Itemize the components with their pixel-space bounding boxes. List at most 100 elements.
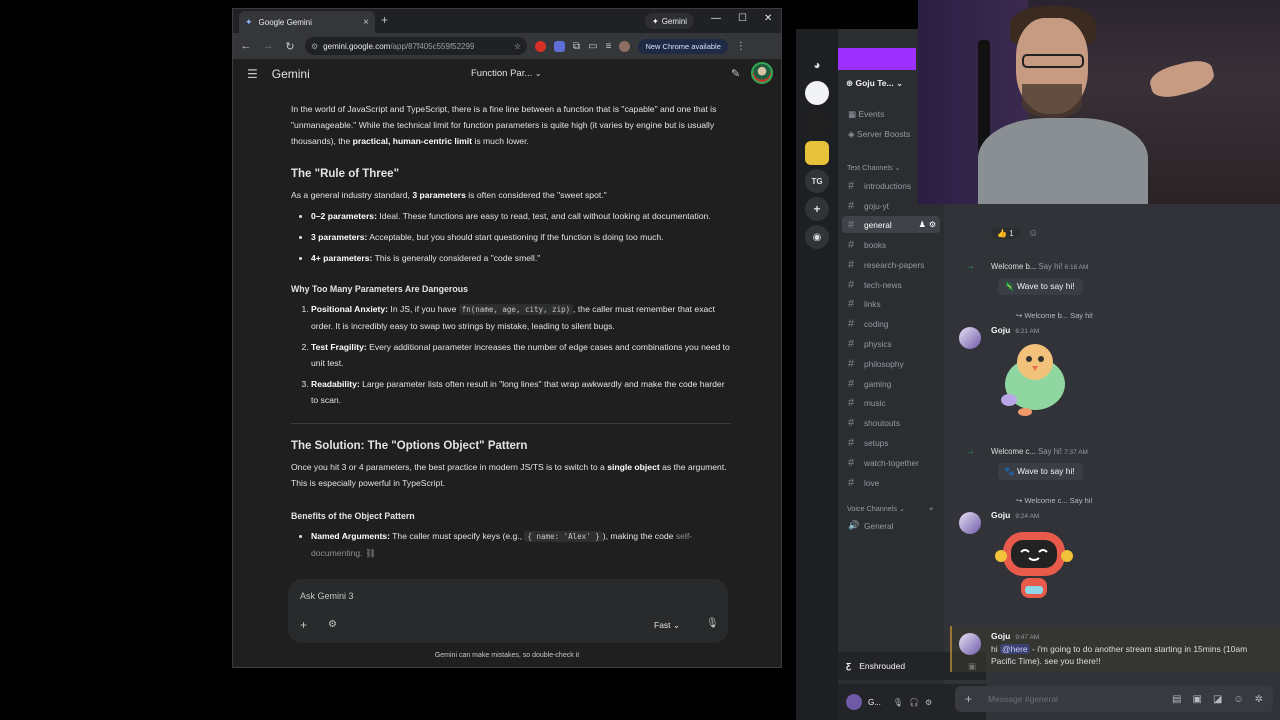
tools-icon[interactable]: ⚙ <box>328 619 337 630</box>
close-window-button[interactable]: ✕ <box>764 13 772 24</box>
message-author[interactable]: Goju 9:24 AM <box>991 510 1039 520</box>
solution-heading: The Solution: The "Options Object" Patte… <box>291 440 528 452</box>
forward-button[interactable]: → <box>261 40 275 52</box>
reply-reference[interactable]: ↪ Welcome c... Say hi! <box>1016 496 1093 505</box>
browser-menu-icon[interactable]: ⋮ <box>736 41 746 52</box>
reload-button[interactable]: ↻ <box>283 40 297 53</box>
events-link[interactable]: ▦ Events <box>848 109 884 120</box>
gemini-favicon-icon: ✦ <box>245 16 253 27</box>
voice-channels-category[interactable]: Voice Channels ⌄ + <box>847 504 933 513</box>
channel-links[interactable]: # links <box>842 295 940 312</box>
channel-philosophy[interactable]: # philosophy <box>842 355 940 372</box>
settings-gear-icon[interactable]: ⚙ <box>929 220 936 229</box>
username: G... <box>868 697 881 707</box>
server-goju-icon[interactable] <box>805 111 829 135</box>
server-boosts-label: Server Boosts <box>856 129 911 139</box>
menu-icon[interactable]: ☰ <box>247 67 258 81</box>
site-info-icon[interactable]: ⚙ <box>311 42 318 51</box>
server-boosts-link[interactable]: ◈ Server Boosts <box>848 129 910 140</box>
server-tg-icon[interactable]: TG <box>805 169 829 193</box>
tab-gemini[interactable]: ✦ Google Gemini × <box>239 11 375 33</box>
discord-home-icon[interactable]: ◕ <box>805 53 829 77</box>
apps-icon[interactable]: ✲ <box>1255 694 1263 705</box>
here-mention[interactable]: @here <box>999 644 1030 654</box>
channel-watch-together[interactable]: # watch-together <box>842 454 940 471</box>
gift-icon[interactable]: ▤ <box>1172 694 1181 705</box>
mode-selector[interactable]: Fast ⌄ <box>654 620 680 631</box>
avatar[interactable] <box>959 512 981 534</box>
address-bar[interactable]: ⚙ gemini.google.com/app/87f405c559f52299… <box>305 37 527 55</box>
server-banner <box>838 48 916 70</box>
system-time: 7:37 AM <box>1064 449 1088 456</box>
extension-blue-icon[interactable] <box>554 40 565 52</box>
cast-icon[interactable]: ▭ <box>588 41 597 52</box>
channel-research-papers[interactable]: # research-papers <box>842 256 940 273</box>
new-chat-edit-icon[interactable]: ✎ <box>731 67 740 80</box>
explore-icon[interactable]: ◉ <box>805 225 829 249</box>
server-yellow-icon[interactable] <box>805 141 829 165</box>
back-button[interactable]: ← <box>239 40 253 52</box>
dm-avatar[interactable] <box>805 81 829 105</box>
extensions-puzzle-icon[interactable]: ⧉ <box>573 41 580 52</box>
channel-music[interactable]: # music <box>842 394 940 411</box>
hash-icon: # <box>848 476 855 489</box>
attach-plus-icon[interactable]: + <box>965 692 972 706</box>
maximize-button[interactable]: ☐ <box>738 13 747 24</box>
microphone-icon[interactable]: 🎙 <box>706 618 719 629</box>
user-avatar[interactable] <box>846 694 862 710</box>
new-chrome-available-button[interactable]: New Chrome available <box>638 38 728 54</box>
tab-search-icon[interactable]: ≡ <box>606 41 612 52</box>
server-name[interactable]: ⊛ Goju Te... ⌄ <box>846 78 903 89</box>
list-item-text: ), making the code <box>602 531 676 541</box>
disclaimer-text: Gemini can make mistakes, so double-chec… <box>434 652 580 659</box>
sticker-icon[interactable]: ◪ <box>1213 694 1222 705</box>
add-reaction-icon[interactable]: ☺ <box>1028 228 1038 239</box>
new-tab-button[interactable]: + <box>381 13 388 27</box>
chat-title-dropdown[interactable]: Function Par... ⌄ <box>471 68 542 79</box>
user-settings-icon[interactable]: ⚙ <box>925 698 932 707</box>
add-attachment-icon[interactable]: + <box>300 618 307 632</box>
channel-love[interactable]: # love <box>842 474 940 491</box>
channel-shoutouts[interactable]: # shoutouts <box>842 414 940 431</box>
invite-icon[interactable]: ♟ <box>919 220 926 229</box>
channel-books[interactable]: # books <box>842 236 940 253</box>
channel-physics[interactable]: # physics <box>842 335 940 352</box>
channel-coding[interactable]: # coding <box>842 315 940 332</box>
gemini-profile-chip[interactable]: ✦ Gemini <box>645 13 695 29</box>
prompt-input[interactable]: Ask Gemini 3 + ⚙ Fast ⌄ 🎙 <box>288 579 728 643</box>
add-channel-icon[interactable]: + <box>929 504 933 513</box>
extension-red-icon[interactable] <box>535 40 546 52</box>
parrot-sticker <box>1001 344 1065 416</box>
headphones-icon[interactable]: 🎧 <box>909 698 919 707</box>
gif-icon[interactable]: ▣ <box>1192 694 1201 705</box>
reply-reference[interactable]: ↪ Welcome b... Say hi! <box>1016 311 1093 320</box>
message-composer[interactable]: + Message #general ▤ ▣ ◪ ☺ ✲ <box>955 686 1273 712</box>
profile-avatar-icon[interactable] <box>619 40 631 52</box>
wave-button[interactable]: 🐾 Wave to say hi! <box>998 463 1083 480</box>
minimize-button[interactable]: — <box>711 13 721 24</box>
avatar[interactable] <box>959 633 981 655</box>
bookmark-star-icon[interactable]: ☆ <box>514 42 521 51</box>
message-author[interactable]: Goju 9:47 AM <box>991 631 1039 641</box>
text-channels-category[interactable]: Text Channels ⌄ <box>847 163 901 172</box>
tab-close-icon[interactable]: × <box>363 17 369 28</box>
webcam-person-glasses <box>1022 54 1084 68</box>
add-server-icon[interactable]: + <box>805 197 829 221</box>
channel-setups[interactable]: # setups <box>842 434 940 451</box>
emoji-icon[interactable]: ☺ <box>1233 694 1243 705</box>
wave-button[interactable]: 🦎 Wave to say hi! <box>998 278 1083 295</box>
microphone-icon[interactable]: 🎙 <box>893 698 903 707</box>
join-arrow-icon: → <box>965 446 975 457</box>
gemini-header: ☰ Gemini Function Par... ⌄ ✎ <box>233 59 781 89</box>
avatar[interactable] <box>959 327 981 349</box>
message-author[interactable]: Goju 6:21 AM <box>991 325 1039 335</box>
account-avatar[interactable] <box>751 62 773 84</box>
voice-channel-general[interactable]: 🔊 General <box>842 517 940 534</box>
chat-title-text: Function Par... <box>471 68 533 79</box>
channel-general[interactable]: # general ♟ ⚙ <box>842 216 940 233</box>
channel-tech-news[interactable]: # tech-news <box>842 276 940 293</box>
link-icon[interactable]: ⛓ <box>365 548 376 558</box>
channel-label: shoutouts <box>864 417 900 428</box>
channel-gaming[interactable]: # gaming <box>842 375 940 392</box>
reaction-thumbs-up[interactable]: 👍 1 <box>991 228 1020 239</box>
